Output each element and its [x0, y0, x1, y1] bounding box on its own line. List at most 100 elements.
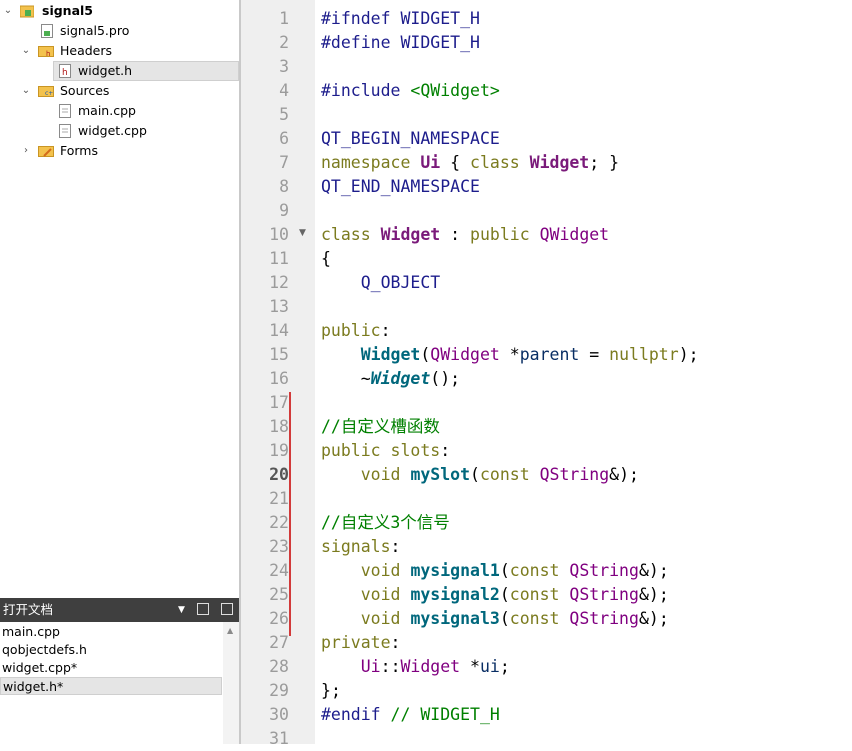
line-number: 28	[269, 657, 289, 676]
open-document-item[interactable]: widget.h*	[0, 677, 222, 695]
code-line[interactable]: public slots:	[321, 439, 852, 463]
code-line[interactable]	[321, 391, 852, 415]
folder-headers-icon: h	[38, 44, 54, 58]
code-line[interactable]: class Widget : public QWidget	[321, 223, 852, 247]
chevron-down-icon[interactable]: ⌄	[21, 81, 31, 101]
line-number: 1	[279, 9, 289, 28]
line-number: 16	[269, 369, 289, 388]
code-line[interactable]: void mysignal2(const QString&);	[321, 583, 852, 607]
tree-item-label: widget.h	[78, 63, 133, 78]
tree-item-sources[interactable]: ⌄ c+ Sources	[0, 81, 239, 101]
line-number: 20	[269, 465, 289, 484]
line-number: 24	[269, 561, 289, 580]
chevron-down-icon[interactable]: ⌄	[3, 1, 13, 21]
line-number: 25	[269, 585, 289, 604]
code-line[interactable]: #define WIDGET_H	[321, 31, 852, 55]
open-documents-scrollbar[interactable]: ▲	[223, 622, 239, 744]
line-number: 27	[269, 633, 289, 652]
line-number: 15	[269, 345, 289, 364]
code-line[interactable]: ~Widget();	[321, 367, 852, 391]
line-number: 22	[269, 513, 289, 532]
tree-item-headers[interactable]: ⌄ h Headers	[0, 41, 239, 61]
code-line[interactable]: QT_BEGIN_NAMESPACE	[321, 127, 852, 151]
open-document-item[interactable]: main.cpp	[0, 623, 222, 641]
tree-item-label: signal5.pro	[60, 23, 130, 38]
code-line[interactable]	[321, 487, 852, 511]
code-line[interactable]: #ifndef WIDGET_H	[321, 7, 852, 31]
left-panel: ⌄ signal5 signal5.pro ⌄ h Headers h widg…	[0, 0, 239, 744]
line-number: 8	[279, 177, 289, 196]
tree-item-widget-h[interactable]: h widget.h	[53, 61, 239, 81]
line-number: 12	[269, 273, 289, 292]
project-tree: ⌄ signal5 signal5.pro ⌄ h Headers h widg…	[0, 0, 239, 598]
line-number: 31	[269, 729, 289, 748]
modified-lines-marker	[289, 392, 291, 636]
line-number: 6	[279, 129, 289, 148]
line-number: 19	[269, 441, 289, 460]
code-line[interactable]: private:	[321, 631, 852, 655]
code-line[interactable]: };	[321, 679, 852, 703]
tree-item-signal5-pro[interactable]: signal5.pro	[0, 21, 239, 41]
svg-text:h: h	[46, 50, 50, 58]
pro-file-icon	[41, 24, 55, 38]
chevron-right-icon[interactable]: ›	[21, 141, 31, 161]
tree-item-main-cpp[interactable]: main.cpp	[0, 101, 239, 121]
tree-item-label: main.cpp	[78, 103, 136, 118]
line-number: 7	[279, 153, 289, 172]
scroll-up-icon[interactable]: ▲	[227, 626, 233, 635]
open-documents-title: 打开文档	[3, 602, 54, 617]
code-line[interactable]	[321, 103, 852, 127]
chevron-down-icon[interactable]: ⌄	[21, 41, 31, 61]
tree-item-label: widget.cpp	[78, 123, 147, 138]
code-line[interactable]	[321, 55, 852, 79]
tree-item-signal5[interactable]: ⌄ signal5	[0, 1, 239, 21]
open-document-item[interactable]: qobjectdefs.h	[0, 641, 222, 659]
line-number: 14	[269, 321, 289, 340]
line-number: 5	[279, 105, 289, 124]
fold-arrow-icon[interactable]: ▼	[299, 228, 306, 238]
code-line[interactable]: #include <QWidget>	[321, 79, 852, 103]
code-line[interactable]: public:	[321, 319, 852, 343]
header-file-icon: h	[59, 64, 73, 78]
code-line[interactable]: namespace Ui { class Widget; }	[321, 151, 852, 175]
code-line[interactable]: signals:	[321, 535, 852, 559]
open-document-item[interactable]: widget.cpp*	[0, 659, 222, 677]
svg-text:h: h	[62, 68, 68, 78]
line-number: 30	[269, 705, 289, 724]
code-line[interactable]	[321, 199, 852, 223]
code-line[interactable]: Widget(QWidget *parent = nullptr);	[321, 343, 852, 367]
tree-item-forms[interactable]: › Forms	[0, 141, 239, 161]
code-editor[interactable]: 1 2 3 4 5 6 7 8 9 10 11 12 13 14 15 16 17 18 19 20 21 22 23 24 2…	[241, 0, 852, 748]
code-line[interactable]: #endif // WIDGET_H	[321, 703, 852, 727]
open-documents-header: 打开文档 ▼	[0, 598, 239, 622]
tree-item-widget-cpp[interactable]: widget.cpp	[0, 121, 239, 141]
code-line[interactable]	[321, 295, 852, 319]
code-line[interactable]: void mysignal1(const QString&);	[321, 559, 852, 583]
code-line[interactable]: Q_OBJECT	[321, 271, 852, 295]
code-line[interactable]	[321, 727, 852, 751]
line-number: 3	[279, 57, 289, 76]
code-line[interactable]: void mysignal3(const QString&);	[321, 607, 852, 631]
line-number: 13	[269, 297, 289, 316]
code-line[interactable]: void mySlot(const QString&);	[321, 463, 852, 487]
line-number: 18	[269, 417, 289, 436]
code-line[interactable]: {	[321, 247, 852, 271]
code-line[interactable]: Ui::Widget *ui;	[321, 655, 852, 679]
line-number: 23	[269, 537, 289, 556]
code-line[interactable]: //自定义3个信号	[321, 511, 852, 535]
close-pane-icon[interactable]	[221, 603, 233, 615]
line-number: 9	[279, 201, 289, 220]
line-number: 29	[269, 681, 289, 700]
svg-text:c+: c+	[45, 90, 53, 97]
folder-sources-icon: c+	[38, 84, 54, 98]
code-line[interactable]: //自定义槽函数	[321, 415, 852, 439]
open-documents-list: main.cpp qobjectdefs.h widget.cpp* widge…	[0, 622, 239, 744]
line-number: 2	[279, 33, 289, 52]
dropdown-icon[interactable]: ▼	[178, 598, 185, 622]
tree-item-label: Sources	[60, 83, 110, 98]
tree-item-label: signal5	[42, 3, 93, 18]
tree-item-label: Headers	[60, 43, 113, 58]
code-line[interactable]: QT_END_NAMESPACE	[321, 175, 852, 199]
line-number: 4	[279, 81, 289, 100]
split-icon[interactable]	[197, 603, 209, 615]
